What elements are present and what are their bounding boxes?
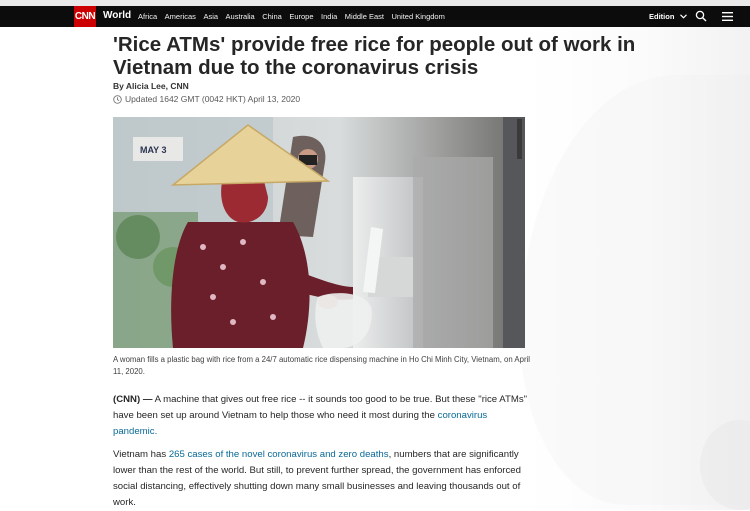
- dateline: (CNN) —: [113, 394, 153, 405]
- nav-link-asia[interactable]: Asia: [203, 12, 218, 21]
- hamburger-menu-icon[interactable]: [722, 11, 733, 22]
- article-paragraph-1: (CNN) — A machine that gives out free ri…: [113, 392, 528, 440]
- chevron-down-icon: [679, 12, 687, 21]
- updated-timestamp: Updated 1642 GMT (0042 HKT) April 13, 20…: [125, 94, 301, 104]
- sign-text: MAY 3: [140, 145, 167, 155]
- nav-link-australia[interactable]: Australia: [226, 12, 255, 21]
- nav-link-india[interactable]: India: [321, 12, 337, 21]
- nav-link-united-kingdom[interactable]: United Kingdom: [391, 12, 444, 21]
- article-byline[interactable]: By Alicia Lee, CNN: [113, 81, 189, 91]
- article-paragraph-2: Vietnam has 265 cases of the novel coron…: [113, 447, 528, 511]
- top-navigation-bar: CNN World Africa Americas Asia Australia…: [0, 6, 750, 27]
- article-updated: Updated 1642 GMT (0042 HKT) April 13, 20…: [113, 94, 300, 104]
- article-photo[interactable]: MAY 3: [113, 117, 525, 348]
- nav-link-europe[interactable]: Europe: [289, 12, 313, 21]
- region-links: Africa Americas Asia Australia China Eur…: [138, 12, 452, 21]
- nav-link-americas[interactable]: Americas: [165, 12, 196, 21]
- edition-label: Edition: [649, 12, 675, 21]
- edition-selector[interactable]: Edition: [649, 12, 687, 21]
- cnn-logo[interactable]: CNN: [74, 6, 96, 27]
- clock-icon: [113, 94, 122, 104]
- link-coronavirus-cases[interactable]: 265 cases of the novel coronavirus and z…: [169, 449, 389, 460]
- search-icon[interactable]: [695, 10, 707, 22]
- image-caption: A woman fills a plastic bag with rice fr…: [113, 355, 531, 376]
- nav-link-africa[interactable]: Africa: [138, 12, 157, 21]
- section-title-world[interactable]: World: [103, 10, 131, 21]
- nav-link-middle-east[interactable]: Middle East: [345, 12, 384, 21]
- paragraph-text: Vietnam has: [113, 449, 169, 460]
- article-headline: 'Rice ATMs' provide free rice for people…: [113, 33, 636, 79]
- nav-link-china[interactable]: China: [262, 12, 282, 21]
